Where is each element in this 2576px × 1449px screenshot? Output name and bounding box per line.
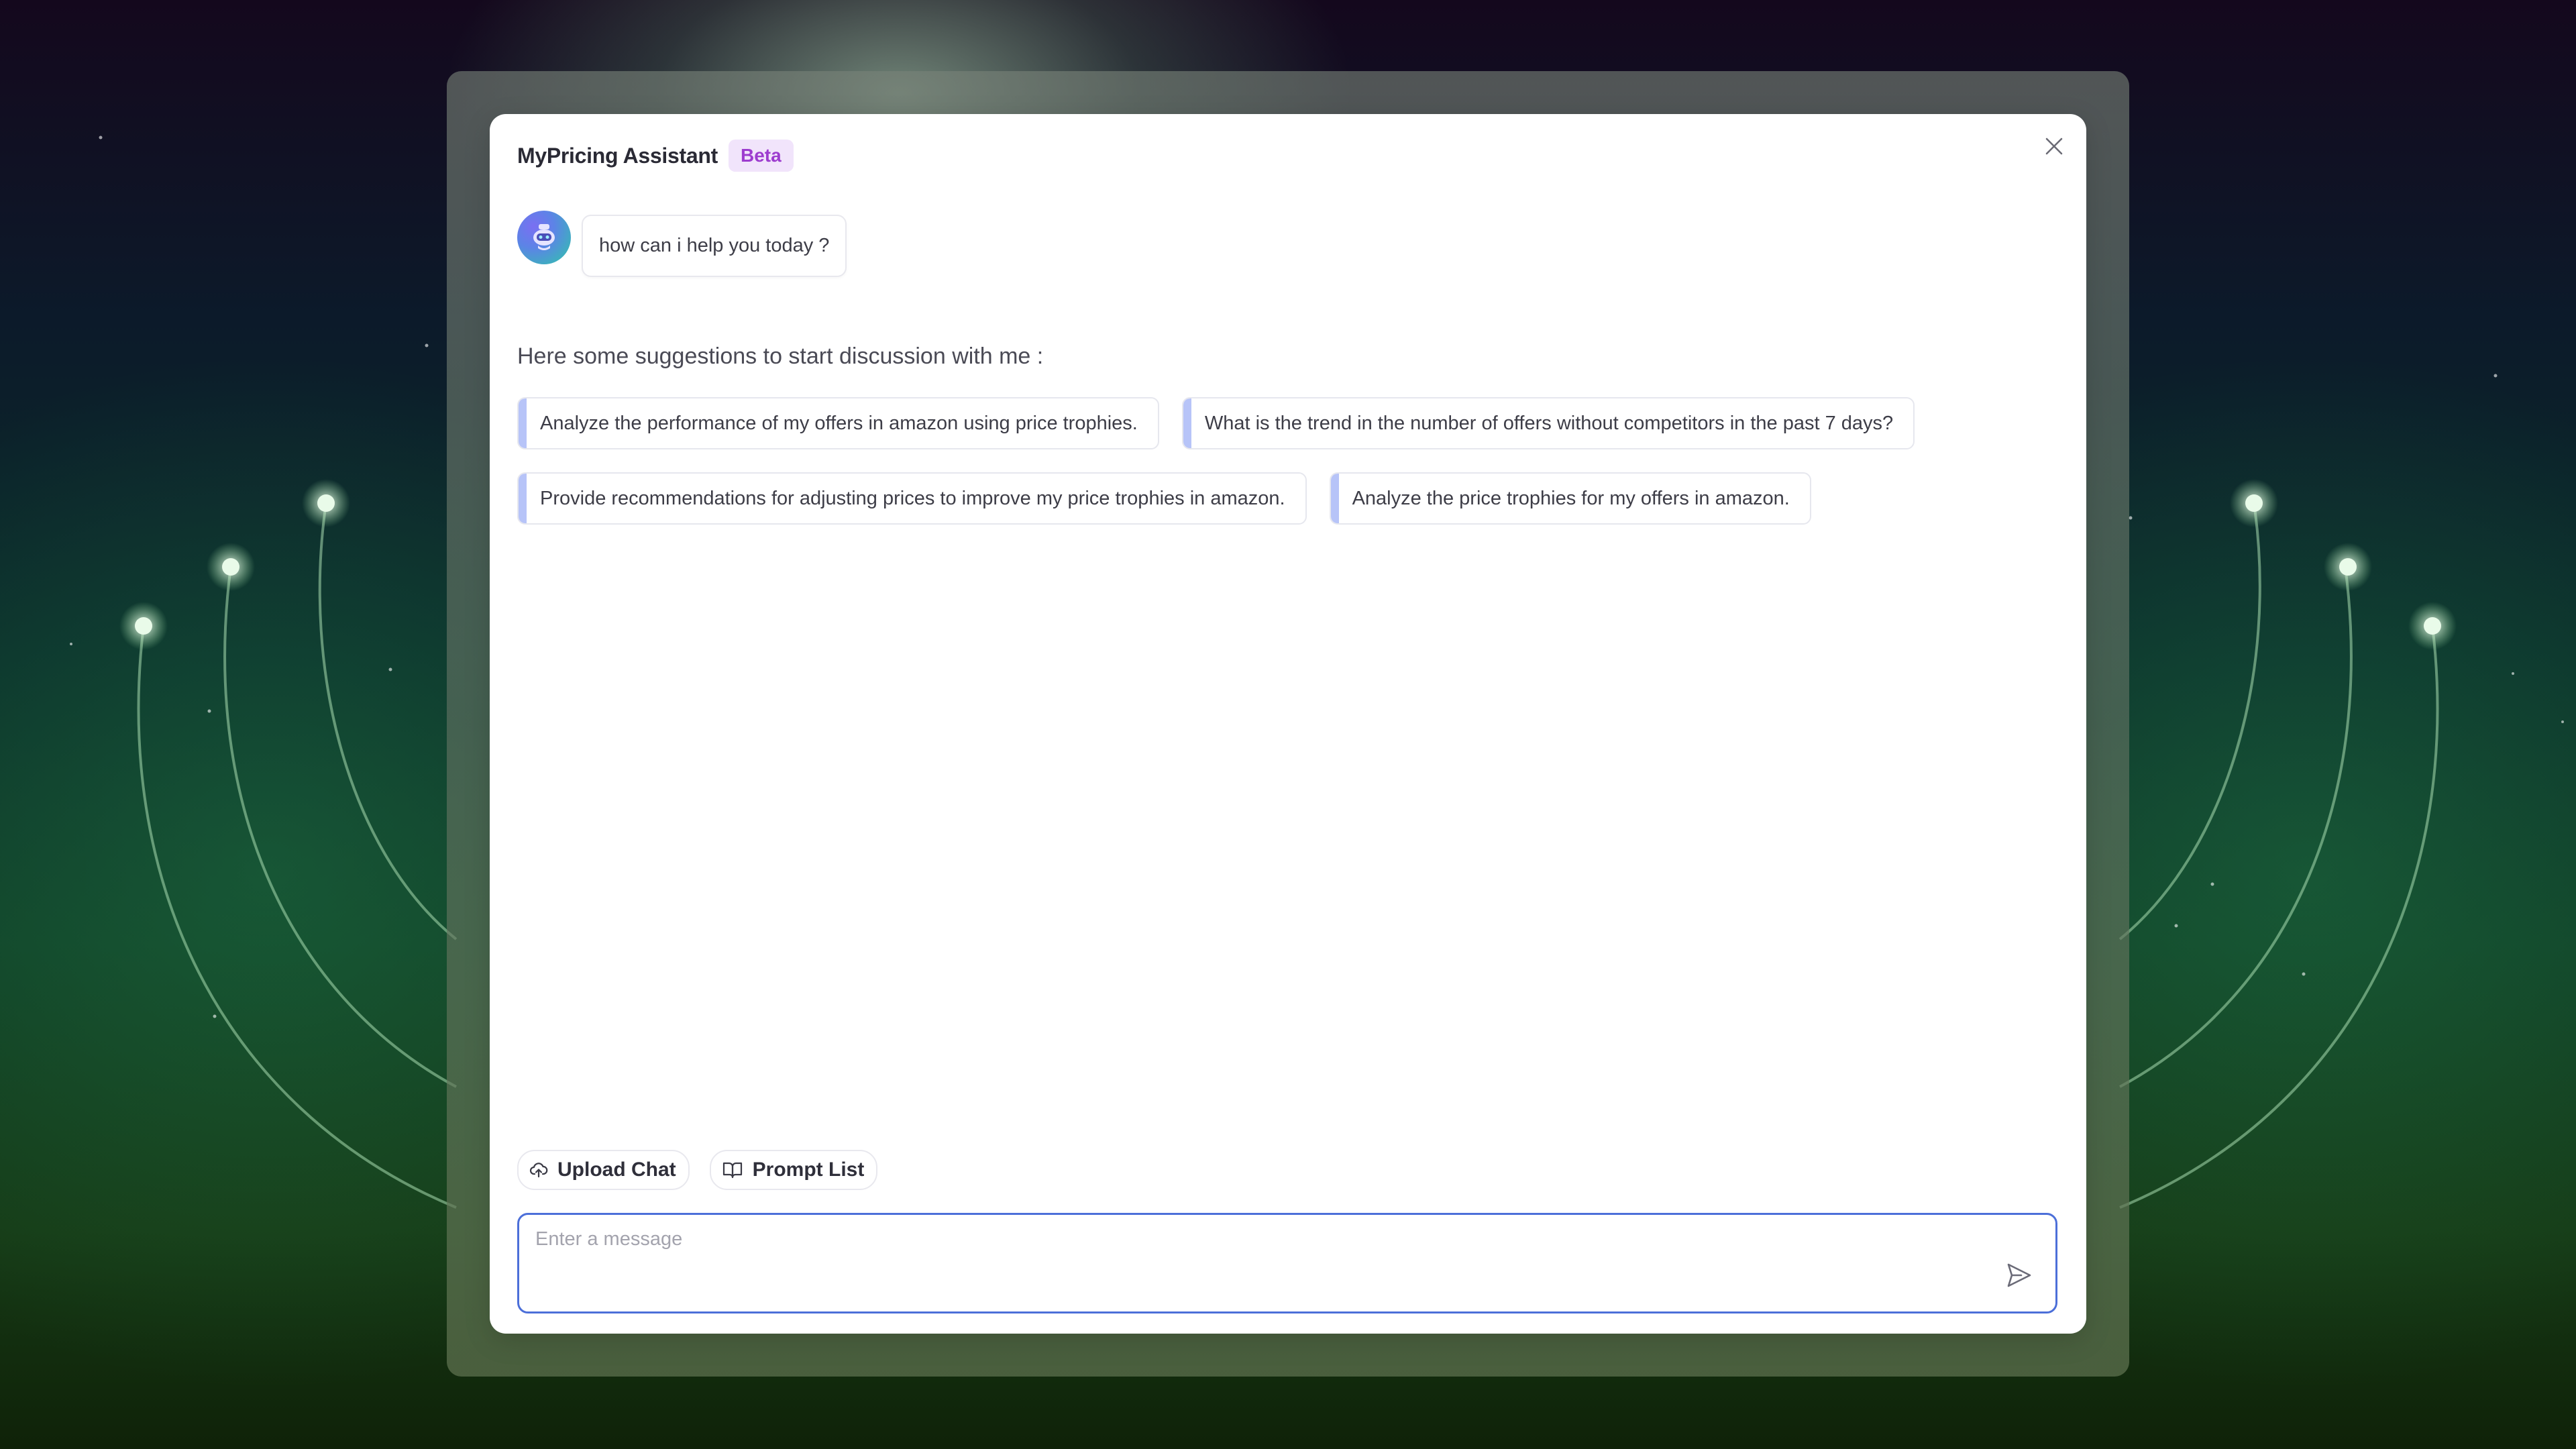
- suggestion-row: Analyze the performance of my offers in …: [517, 397, 2060, 449]
- suggestion-row: Provide recommendations for adjusting pr…: [517, 472, 2060, 525]
- assistant-avatar: [517, 211, 571, 264]
- book-icon: [722, 1161, 743, 1179]
- send-icon: [2007, 1263, 2031, 1287]
- close-icon: [2045, 138, 2063, 155]
- suggestion-chip[interactable]: Analyze the price trophies for my offers…: [1329, 472, 1811, 525]
- assistant-message: how can i help you today ?: [517, 211, 847, 277]
- composer-actions: Upload Chat Prompt List: [517, 1150, 878, 1190]
- suggestion-chips: Analyze the performance of my offers in …: [517, 397, 2060, 547]
- message-input[interactable]: [534, 1227, 1979, 1303]
- suggestion-chip[interactable]: Provide recommendations for adjusting pr…: [517, 472, 1307, 525]
- prompt-list-label: Prompt List: [752, 1159, 865, 1181]
- message-bubble: how can i help you today ?: [582, 215, 847, 277]
- assistant-dialog: MyPricing Assistant Beta how can i help …: [490, 114, 2086, 1334]
- upload-chat-button[interactable]: Upload Chat: [517, 1150, 690, 1190]
- prompt-list-button[interactable]: Prompt List: [709, 1150, 878, 1190]
- send-button[interactable]: [2002, 1258, 2037, 1293]
- beta-badge: Beta: [728, 140, 794, 172]
- message-input-container: [517, 1213, 2057, 1313]
- robot-icon: [533, 224, 555, 250]
- dialog-header: MyPricing Assistant Beta: [517, 134, 794, 177]
- cloud-upload-icon: [529, 1161, 548, 1179]
- dialog-title: MyPricing Assistant: [517, 143, 718, 168]
- upload-chat-label: Upload Chat: [557, 1159, 676, 1181]
- suggestion-chip[interactable]: What is the trend in the number of offer…: [1181, 397, 1915, 449]
- suggestion-chip[interactable]: Analyze the performance of my offers in …: [517, 397, 1159, 449]
- suggestions-heading: Here some suggestions to start discussio…: [517, 343, 1044, 369]
- close-button[interactable]: [2041, 133, 2068, 160]
